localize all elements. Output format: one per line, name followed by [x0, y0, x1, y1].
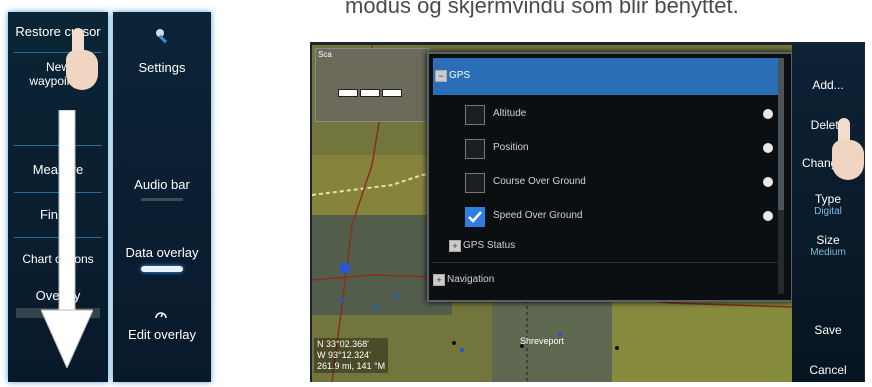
type-label: Type: [814, 192, 841, 206]
option-label: Course Over Ground: [493, 176, 586, 187]
altitude-checkbox[interactable]: [465, 105, 485, 125]
option-label: Speed Over Ground: [493, 210, 583, 221]
navigation-group-label[interactable]: Navigation: [447, 274, 494, 285]
right-action-menu: Add... Delete Change... Type Digital Siz…: [792, 45, 864, 382]
gps-group-label: GPS: [449, 70, 471, 81]
option-label: Altitude: [493, 108, 527, 119]
scroll-down-arrow-icon: [41, 110, 93, 368]
hand-pointer-icon: [56, 28, 106, 98]
course-over-ground-checkbox[interactable]: [465, 173, 485, 193]
option-label: Position: [493, 142, 529, 153]
menu-item-audio-bar[interactable]: Audio bar: [113, 177, 211, 192]
add-button[interactable]: Add...: [792, 78, 864, 92]
overlay-menu-panel: Settings Audio bar Data overlay Edit ove…: [113, 12, 211, 382]
option-dot-icon: [763, 177, 773, 187]
cancel-button[interactable]: Cancel: [792, 363, 864, 377]
save-button[interactable]: Save: [792, 323, 864, 337]
overview-inset-map: Sca: [315, 48, 429, 122]
gauge-icon: [155, 312, 167, 319]
option-dot-icon: [763, 109, 773, 119]
page-caption: modus og skjermvindu som blir benyttet.: [345, 0, 739, 18]
scale-bar-segment: [382, 89, 402, 97]
menu-item-edit-overlay[interactable]: Edit overlay: [113, 327, 211, 342]
size-selector[interactable]: Size Medium: [792, 233, 864, 258]
option-row-position[interactable]: Position: [459, 134, 779, 164]
inset-scale-label: Sca: [318, 50, 332, 59]
option-row-altitude[interactable]: Altitude: [459, 100, 779, 130]
checkmark-icon: [466, 208, 484, 226]
scale-bar-segment: [360, 89, 380, 97]
scale-bar-segment: [338, 89, 358, 97]
collapse-icon[interactable]: −: [435, 70, 447, 82]
hand-pointer-icon: [822, 118, 872, 188]
type-selector[interactable]: Type Digital: [792, 192, 864, 217]
option-dot-icon: [763, 211, 773, 221]
option-row-course-over-ground[interactable]: Course Over Ground: [459, 168, 779, 198]
cursor-position-readout: N 33°02.368' W 93°12.324' 261.9 mi, 141 …: [314, 338, 389, 373]
city-label: Shreveport: [520, 336, 565, 346]
type-value: Digital: [814, 206, 842, 217]
option-row-speed-over-ground[interactable]: Speed Over Ground: [459, 202, 779, 232]
position-checkbox[interactable]: [465, 139, 485, 159]
audio-bar-toggle[interactable]: [141, 198, 183, 201]
data-source-dialog: − GPS Altitude Position Course Over Grou…: [427, 52, 793, 302]
menu-item-settings[interactable]: Settings: [113, 60, 211, 75]
expand-icon[interactable]: +: [433, 274, 445, 286]
size-value: Medium: [810, 247, 846, 258]
size-label: Size: [816, 233, 840, 247]
data-overlay-toggle[interactable]: [141, 266, 183, 272]
range-bearing-value: 261.9 mi, 141 °M: [317, 361, 386, 371]
option-dot-icon: [763, 143, 773, 153]
gps-group-header[interactable]: − GPS: [433, 58, 784, 95]
gps-status-group-label[interactable]: GPS Status: [463, 240, 515, 251]
latitude-value: N 33°02.368': [317, 339, 369, 349]
longitude-value: W 93°12.324': [317, 350, 371, 360]
speed-over-ground-checkbox[interactable]: [465, 207, 485, 227]
dialog-divider: [433, 262, 784, 263]
expand-icon[interactable]: +: [449, 240, 461, 252]
dialog-scrollbar-thumb[interactable]: [778, 58, 784, 210]
menu-item-data-overlay[interactable]: Data overlay: [113, 245, 211, 260]
wrench-icon: [156, 29, 167, 44]
